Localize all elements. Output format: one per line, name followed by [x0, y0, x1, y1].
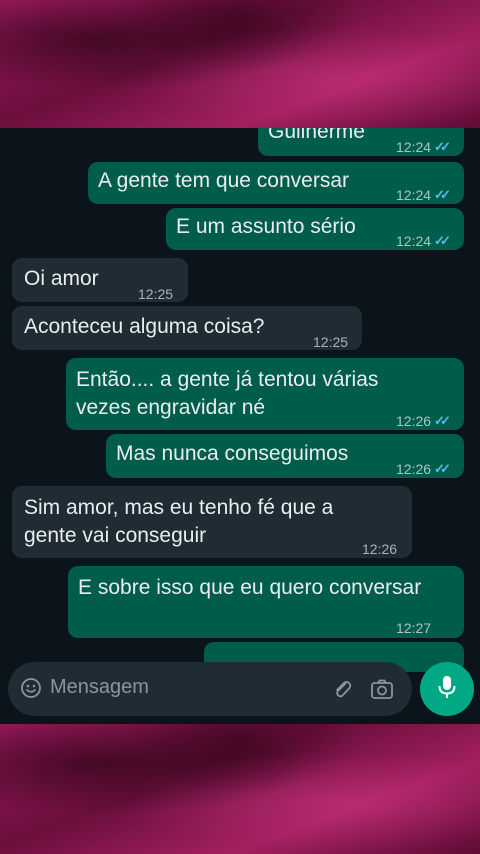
- microphone-icon: [436, 674, 458, 705]
- background-frame-bottom: [0, 724, 480, 854]
- message-bubble[interactable]: A gente tem que conversar 12:24 ✓✓: [88, 162, 464, 204]
- message-bubble[interactable]: Aconteceu alguma coisa? 12:25: [12, 306, 362, 350]
- message-text: Sim amor, mas eu tenho fé que a gente va…: [24, 496, 334, 547]
- message-text: Oi amor: [24, 267, 99, 290]
- camera-icon[interactable]: [370, 678, 394, 700]
- message-bubble[interactable]: Mas nunca conseguimos 12:26 ✓✓: [106, 434, 464, 478]
- message-time: 12:25: [138, 286, 174, 302]
- message-text: A gente tem que conversar: [98, 169, 349, 192]
- message-meta: 12:26 ✓✓: [396, 407, 451, 435]
- double-check-icon: ✓✓: [434, 461, 451, 476]
- message-meta: 12:25: [313, 328, 348, 356]
- message-meta: 12:27: [396, 614, 431, 642]
- message-bubble[interactable]: E um assunto sério 12:24 ✓✓: [166, 208, 464, 250]
- message-time: 12:26: [396, 413, 432, 429]
- paperclip-icon[interactable]: [330, 677, 354, 701]
- message-input-placeholder[interactable]: Mensagem: [50, 676, 149, 699]
- voice-record-button[interactable]: [420, 662, 474, 716]
- message-meta: 12:24 ✓✓: [396, 181, 451, 209]
- chat-area[interactable]: Guilherme 12:24 ✓✓ A gente tem que conve…: [0, 128, 480, 724]
- background-frame-top: [0, 0, 480, 130]
- message-time: 12:24: [396, 233, 432, 249]
- message-meta: 12:24 ✓✓: [396, 133, 451, 161]
- message-bubble[interactable]: Oi amor 12:25: [12, 258, 188, 302]
- message-bubble[interactable]: Sim amor, mas eu tenho fé que a gente va…: [12, 486, 412, 558]
- message-time: 12:26: [362, 541, 398, 557]
- message-text: E sobre isso que eu quero conversar: [78, 576, 422, 599]
- message-bubble[interactable]: Então.... a gente já tentou várias vezes…: [66, 358, 464, 430]
- message-text: E um assunto sério: [176, 215, 356, 238]
- double-check-icon: ✓✓: [434, 233, 451, 248]
- message-text: Mas nunca conseguimos: [116, 442, 349, 465]
- message-text: Então.... a gente já tentou várias vezes…: [76, 368, 379, 419]
- message-text: Aconteceu alguma coisa?: [24, 315, 265, 338]
- message-time: 12:24: [396, 139, 432, 155]
- message-meta: 12:26: [362, 535, 397, 563]
- message-bubble[interactable]: Guilherme 12:24 ✓✓: [258, 128, 464, 156]
- message-composer[interactable]: Mensagem: [8, 662, 412, 716]
- message-meta: 12:25: [138, 280, 173, 308]
- message-time: 12:26: [396, 461, 432, 477]
- message-time: 12:25: [313, 334, 349, 350]
- message-bubble[interactable]: E sobre isso que eu quero conversar 12:2…: [68, 566, 464, 638]
- double-check-icon: ✓✓: [434, 413, 451, 428]
- message-meta: 12:26 ✓✓: [396, 455, 451, 483]
- double-check-icon: ✓✓: [434, 187, 451, 202]
- double-check-icon: ✓✓: [434, 139, 451, 154]
- message-text: Guilherme: [268, 128, 365, 143]
- message-meta: 12:24 ✓✓: [396, 227, 451, 255]
- message-time: 12:24: [396, 187, 432, 203]
- message-time: 12:27: [396, 620, 432, 636]
- emoji-icon[interactable]: [20, 677, 42, 699]
